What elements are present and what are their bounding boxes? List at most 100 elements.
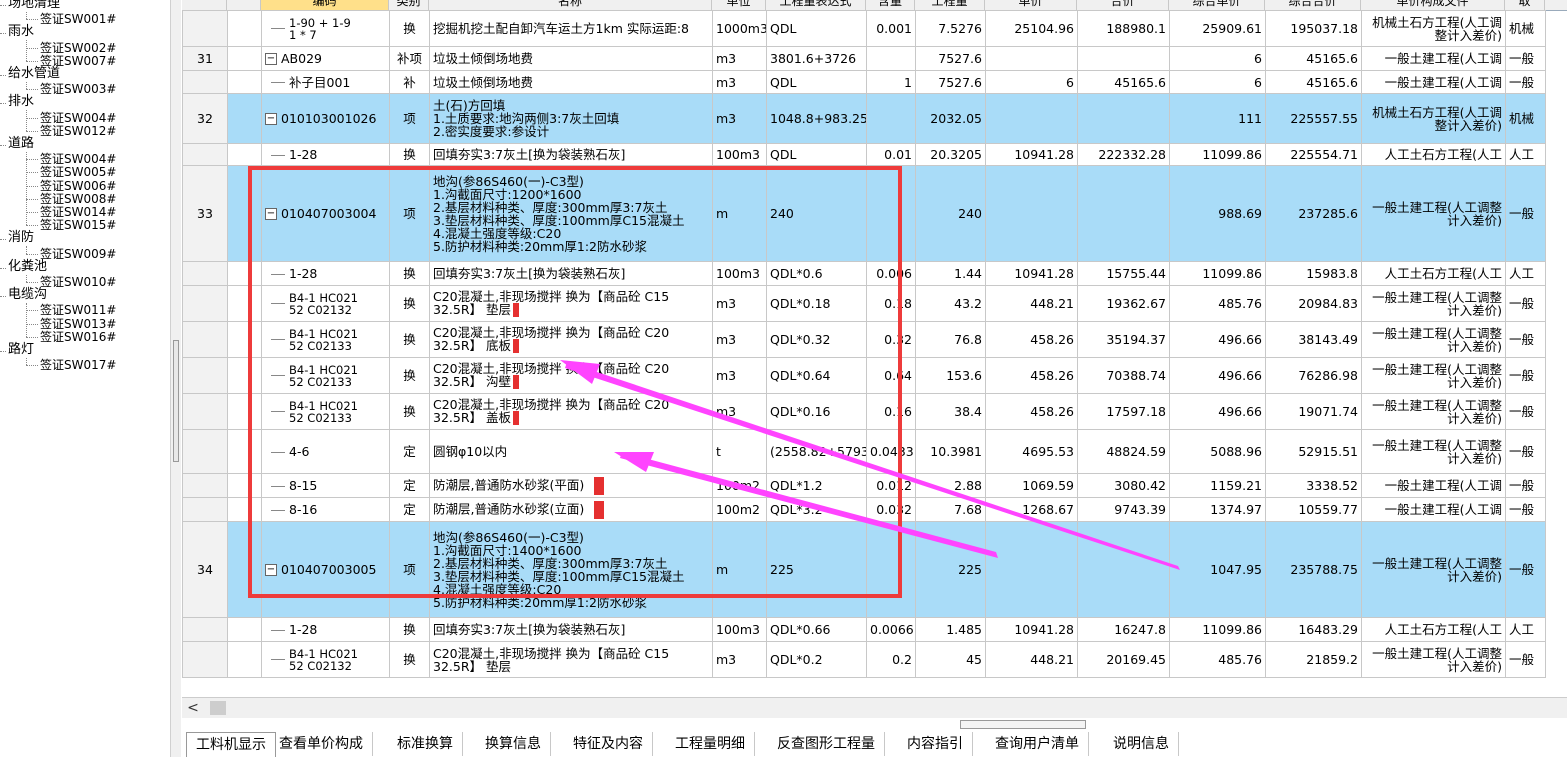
- cell-comp_price[interactable]: 496.66: [1169, 357, 1266, 394]
- cell-code[interactable]: − AB029: [261, 46, 390, 71]
- cell-comp_price[interactable]: 11099.86: [1169, 617, 1266, 642]
- cell-idx[interactable]: 32: [182, 93, 228, 144]
- cell-unit[interactable]: 100m2: [712, 497, 767, 522]
- cell-code[interactable]: −010103001026: [261, 93, 390, 144]
- table-row[interactable]: 34−010407003005 项地沟(参86S460(一)-C3型) 1.沟截面…: [182, 521, 1546, 618]
- table-row[interactable]: 补子目001 补垃圾土倾倒场地费 m3 QDL 1 7527.6 6 45165.6 6 4516…: [182, 70, 1546, 94]
- column-header[interactable]: 工程量: [915, 0, 985, 10]
- cell-name[interactable]: C20混凝土,非现场搅拌 换为【商品砼 C20 32.5R】 盖板: [429, 393, 713, 430]
- cell-qty_ratio[interactable]: [866, 93, 916, 144]
- cell-comp_price[interactable]: 5088.96: [1169, 429, 1266, 474]
- cell-unit[interactable]: m: [712, 521, 767, 618]
- cell-idx[interactable]: [182, 473, 228, 498]
- cell-total[interactable]: 70388.74: [1077, 357, 1170, 394]
- cell-code[interactable]: 4-6: [261, 429, 390, 474]
- cell-type[interactable]: 换: [389, 321, 430, 358]
- pane-resize-handle[interactable]: [960, 720, 1086, 729]
- cell-idx[interactable]: [182, 357, 228, 394]
- cell-unit[interactable]: m3: [712, 285, 767, 322]
- table-row[interactable]: 4-6 定圆钢φ10以内 t(2558.82+5793.69+2045.57)/10…: [182, 429, 1546, 474]
- column-header[interactable]: 工程量表达式: [766, 0, 866, 10]
- cell-total[interactable]: [1077, 521, 1170, 618]
- table-row[interactable]: B4-1 HC021 52 C02133 换 C20混凝土,非现场搅拌 换为【商品砼…: [182, 321, 1546, 358]
- scroll-left-arrow[interactable]: <: [182, 698, 204, 718]
- cell-fee[interactable]: 人工: [1505, 261, 1546, 286]
- cell-idx[interactable]: 34: [182, 521, 228, 618]
- cell-qty[interactable]: 1.44: [915, 261, 986, 286]
- cell-total[interactable]: [1077, 165, 1170, 262]
- cell-price[interactable]: [985, 165, 1078, 262]
- cell-file[interactable]: 机械土石方工程(人工调整计入差价): [1361, 93, 1506, 144]
- cell-file[interactable]: 一般土建工程(人工调整计入差价): [1361, 321, 1506, 358]
- cell-unit[interactable]: 1000m3: [712, 10, 767, 47]
- cell-comp_price[interactable]: 1047.95: [1169, 521, 1266, 618]
- tree-category[interactable]: 消防: [8, 230, 34, 246]
- table-row[interactable]: 1-28 换回填夯实3:7灰土[换为袋装熟石灰] 100m3 QDL*0.66 0.00…: [182, 617, 1546, 642]
- cell-file[interactable]: 一般土建工程(人工调: [1361, 473, 1506, 498]
- table-row[interactable]: 1-28 换回填夯实3:7灰土[换为袋装熟石灰] 100m3 QDL*0.6 0.006…: [182, 261, 1546, 286]
- cell-idx[interactable]: [182, 393, 228, 430]
- cell-expr[interactable]: QDL*0.32: [766, 321, 867, 358]
- cell-name[interactable]: 回填夯实3:7灰土[换为袋装熟石灰]: [429, 143, 713, 166]
- cell-type[interactable]: 换: [389, 261, 430, 286]
- cell-fee[interactable]: 一般: [1505, 521, 1546, 618]
- tree-item[interactable]: 签证SW009#: [40, 246, 116, 262]
- cell-code[interactable]: 1-28: [261, 143, 390, 166]
- cell-expr[interactable]: QDL: [766, 10, 867, 47]
- column-header[interactable]: [182, 0, 227, 10]
- cell-qty[interactable]: 20.3205: [915, 143, 986, 166]
- column-header[interactable]: 编码: [261, 0, 389, 10]
- cell-fee[interactable]: 一般: [1505, 497, 1546, 522]
- cell-unit[interactable]: 100m3: [712, 617, 767, 642]
- cell-type[interactable]: 定: [389, 497, 430, 522]
- cell-name[interactable]: 回填夯实3:7灰土[换为袋装熟石灰]: [429, 261, 713, 286]
- splitter-grip[interactable]: [173, 340, 179, 462]
- cell-name[interactable]: 防潮层,普通防水砂浆(立面): [429, 497, 713, 522]
- scroll-thumb[interactable]: [210, 701, 226, 715]
- cell-qty[interactable]: 153.6: [915, 357, 986, 394]
- cell-qty_ratio[interactable]: 0.16: [866, 393, 916, 430]
- cell-total[interactable]: 20169.45: [1077, 641, 1170, 678]
- cell-type[interactable]: 补项: [389, 46, 430, 71]
- cell-qty_ratio[interactable]: 0.001: [866, 10, 916, 47]
- tree-category[interactable]: 雨水: [8, 24, 34, 40]
- cell-type[interactable]: 换: [389, 641, 430, 678]
- cell-unit[interactable]: m: [712, 165, 767, 262]
- cell-file[interactable]: 一般土建工程(人工调: [1361, 70, 1506, 94]
- cell-type[interactable]: 项: [389, 521, 430, 618]
- cell-total[interactable]: 35194.37: [1077, 321, 1170, 358]
- cell-expr[interactable]: QDL*0.18: [766, 285, 867, 322]
- cell-price[interactable]: [985, 521, 1078, 618]
- cell-file[interactable]: 一般土建工程(人工调整计入差价): [1361, 393, 1506, 430]
- column-header[interactable]: 单价构成文件: [1361, 0, 1505, 10]
- collapse-toggle-icon[interactable]: −: [265, 564, 277, 577]
- cell-fee[interactable]: 人工: [1505, 143, 1546, 166]
- cell-total[interactable]: 17597.18: [1077, 393, 1170, 430]
- cell-qty_ratio[interactable]: [866, 46, 916, 71]
- cell-idx[interactable]: [182, 143, 228, 166]
- cell-comp_total[interactable]: 10559.77: [1265, 497, 1362, 522]
- cell-expr[interactable]: 240: [766, 165, 867, 262]
- cell-expr[interactable]: QDL*0.6: [766, 261, 867, 286]
- table-row[interactable]: 8-16 定防潮层,普通防水砂浆(立面) 100m2 QDL*3.2 0.032 7.68…: [182, 497, 1546, 522]
- cell-qty[interactable]: 1.485: [915, 617, 986, 642]
- cell-comp_total[interactable]: 235788.75: [1265, 521, 1362, 618]
- cell-qty[interactable]: 7527.6: [915, 70, 986, 94]
- cell-total[interactable]: 3080.42: [1077, 473, 1170, 498]
- cell-name[interactable]: 挖掘机挖土配自卸汽车运土方1km 实际运距:8: [429, 10, 713, 47]
- tree-category[interactable]: 排水: [8, 94, 34, 110]
- tab-4[interactable]: 特征及内容: [564, 732, 653, 756]
- cell-qty_ratio[interactable]: [866, 521, 916, 618]
- tab-8[interactable]: 查询用户清单: [986, 732, 1089, 756]
- cell-total[interactable]: [1077, 46, 1170, 71]
- cell-comp_price[interactable]: 11099.86: [1169, 261, 1266, 286]
- table-row[interactable]: B4-1 HC021 52 C02132 换 C20混凝土,非现场搅拌 换为【商品砼…: [182, 285, 1546, 322]
- table-row[interactable]: B4-1 HC021 52 C02133 换 C20混凝土,非现场搅拌 换为【商品砼…: [182, 393, 1546, 430]
- cell-idx[interactable]: 33: [182, 165, 228, 262]
- cell-price[interactable]: 458.26: [985, 393, 1078, 430]
- cell-comp_price[interactable]: 6: [1169, 70, 1266, 94]
- cell-comp_price[interactable]: 485.76: [1169, 641, 1266, 678]
- cell-qty[interactable]: 10.3981: [915, 429, 986, 474]
- cell-comp_total[interactable]: 195037.18: [1265, 10, 1362, 47]
- cell-price[interactable]: 10941.28: [985, 261, 1078, 286]
